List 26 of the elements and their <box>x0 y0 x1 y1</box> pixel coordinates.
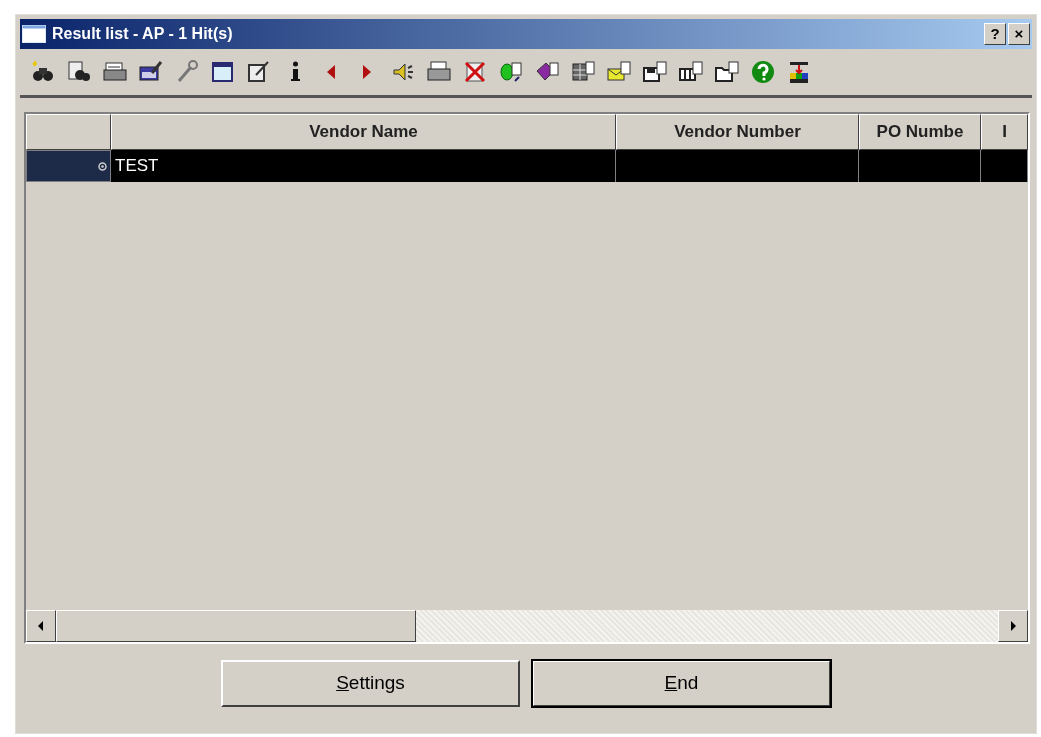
column-header[interactable]: PO Numbe <box>859 114 981 150</box>
dialog-button[interactable]: End <box>532 660 831 707</box>
record-indicator-icon <box>98 161 107 171</box>
horizontal-scrollbar[interactable] <box>26 610 1028 642</box>
floppy-icon[interactable] <box>642 59 668 85</box>
arrow-right-icon <box>1009 620 1017 632</box>
dialog-button[interactable]: Settings <box>221 660 520 707</box>
arrow-left-icon <box>37 620 45 632</box>
window-title: Result list - AP - 1 Hit(s) <box>52 24 233 44</box>
column-header[interactable] <box>26 114 111 150</box>
close-button[interactable]: × <box>1008 23 1030 45</box>
window-icon <box>22 25 46 43</box>
help-icon[interactable] <box>750 59 776 85</box>
scroll-right-button[interactable] <box>998 610 1028 642</box>
help-button[interactable]: ? <box>984 23 1006 45</box>
scroll-left-button[interactable] <box>26 610 56 642</box>
folder-icon[interactable] <box>714 59 740 85</box>
table-row[interactable]: TEST <box>26 150 1028 182</box>
window-icon[interactable] <box>210 59 236 85</box>
column-header[interactable]: Vendor Name <box>111 114 616 150</box>
note-edit-icon[interactable] <box>246 59 272 85</box>
scrollbar-thumb[interactable] <box>56 610 416 642</box>
table-cell: TEST <box>111 150 616 182</box>
column-header[interactable]: Vendor Number <box>616 114 859 150</box>
delete-icon[interactable] <box>462 59 488 85</box>
column-header[interactable]: I <box>981 114 1028 150</box>
